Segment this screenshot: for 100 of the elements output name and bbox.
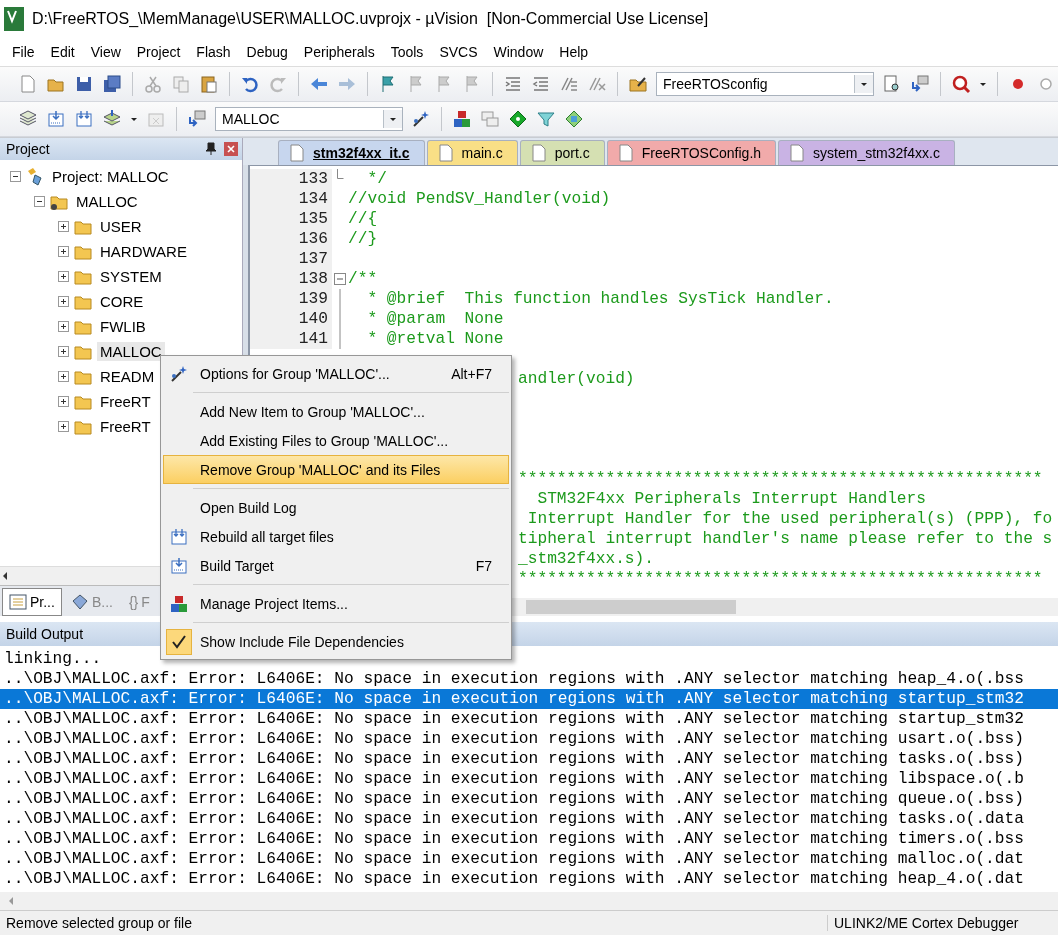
code-line: ******************************************************	[518, 470, 1043, 488]
menu-item[interactable]: Help	[551, 44, 597, 60]
expand-icon[interactable]	[58, 271, 69, 282]
menu-item[interactable]: Add Existing Files to Group 'MALLOC'...	[163, 426, 509, 455]
menu-item[interactable]: Add New Item to Group 'MALLOC'...	[163, 397, 509, 426]
editor-tab[interactable]: port.c	[519, 140, 605, 165]
output-line[interactable]: ..\OBJ\MALLOC.axf: Error: L6406E: No space in execution regions with .ANY selector matching malloc.o(.dat	[0, 849, 1058, 869]
tree-item[interactable]: SYSTEM	[97, 267, 165, 286]
output-line[interactable]: ..\OBJ\MALLOC.axf: Error: L6406E: No space in execution regions with .ANY selector matching usart.o(.bss)	[0, 729, 1058, 749]
line-number: 135	[250, 209, 332, 229]
shortcut-label: F7	[475, 557, 492, 574]
menu-item[interactable]: Flash	[188, 44, 239, 60]
menu-item[interactable]: Manage Project Items...	[163, 589, 509, 618]
expand-icon[interactable]	[58, 421, 69, 432]
editor-tab[interactable]: stm32f4xx_it.c	[278, 140, 425, 165]
line-number: 136	[250, 229, 332, 249]
rebuild-icon[interactable]	[74, 109, 94, 129]
code-line: andler(void)	[518, 370, 635, 388]
tree-item[interactable]: USER	[97, 217, 145, 236]
download-icon[interactable]	[187, 109, 207, 129]
fold-toggle-icon[interactable]	[334, 273, 346, 285]
document-search-icon[interactable]	[882, 74, 902, 94]
line-number: 138	[250, 269, 332, 289]
line-number: 139	[250, 289, 332, 309]
code-line: //void PendSV_Handler(void)	[348, 190, 611, 208]
menu-item[interactable]: Rebuild all target files	[163, 522, 509, 551]
expand-icon[interactable]	[58, 346, 69, 357]
magnifier-icon[interactable]	[951, 74, 971, 94]
output-line[interactable]: ..\OBJ\MALLOC.axf: Error: L6406E: No space in execution regions with .ANY selector matching heap_4.o(.bss	[0, 669, 1058, 689]
funnel-icon[interactable]	[536, 109, 556, 129]
diamond-icon[interactable]	[508, 109, 528, 129]
paste-icon[interactable]	[199, 74, 219, 94]
package-icon[interactable]	[564, 109, 584, 129]
caret-icon[interactable]	[130, 115, 138, 123]
tree-item[interactable]: Project: MALLOC	[49, 167, 172, 186]
expand-icon[interactable]	[58, 371, 69, 382]
code-line: * @brief This function handles SysTick Handler.	[366, 290, 834, 308]
caret-icon[interactable]	[979, 80, 987, 88]
app-logo-icon	[4, 7, 24, 31]
panel-tab[interactable]: Pr...	[2, 588, 62, 616]
output-line[interactable]: ..\OBJ\MALLOC.axf: Error: L6406E: No space in execution regions with .ANY selector matching heap_4.o(.dat	[0, 869, 1058, 889]
debugger-label: ULINK2/ME Cortex Debugger	[827, 915, 1058, 931]
menu-item[interactable]: Remove Group 'MALLOC' and its Files	[163, 455, 509, 484]
expand-icon[interactable]	[58, 296, 69, 307]
menu-item[interactable]: Build Target F7	[163, 551, 509, 580]
menu-item[interactable]: File	[4, 44, 43, 60]
expand-icon[interactable]	[58, 396, 69, 407]
output-line[interactable]: ..\OBJ\MALLOC.axf: Error: L6406E: No space in execution regions with .ANY selector matching tasks.o(.data	[0, 809, 1058, 829]
menu-item[interactable]: Debug	[238, 44, 296, 60]
tree-item[interactable]: CORE	[97, 292, 147, 311]
file-icon	[437, 144, 454, 162]
output-line[interactable]: ..\OBJ\MALLOC.axf: Error: L6406E: No space in execution regions with .ANY selector matching libspace.o(.b	[0, 769, 1058, 789]
outdent-icon[interactable]	[531, 74, 551, 94]
menu-item[interactable]: SVCS	[431, 44, 486, 60]
output-line[interactable]: ..\OBJ\MALLOC.axf: Error: L6406E: No space in execution regions with .ANY selector matching queue.o(.bss)	[0, 789, 1058, 809]
close-icon[interactable]	[224, 142, 238, 156]
tree-item[interactable]: FreeRT	[97, 392, 154, 411]
dropdown-field[interactable]: MALLOC	[215, 107, 403, 131]
scroll-thumb[interactable]	[526, 600, 736, 614]
code-line: /**	[348, 270, 378, 288]
wand-icon[interactable]	[411, 109, 431, 129]
line-number: 141	[250, 329, 332, 349]
code-line: Interrupt Handler for the used peripheral(s) (PPP), fo	[526, 510, 1053, 528]
expand-icon[interactable]	[58, 221, 69, 232]
menu-item[interactable]: Edit	[42, 44, 83, 60]
blocks-icon[interactable]	[452, 109, 472, 129]
tree-item[interactable]: FreeRT	[97, 417, 154, 436]
menu-item[interactable]: View	[82, 44, 129, 60]
output-line[interactable]: ..\OBJ\MALLOC.axf: Error: L6406E: No space in execution regions with .ANY selector matching startup_stm32	[0, 709, 1058, 729]
collapse-icon[interactable]	[34, 196, 45, 207]
tree-item[interactable]: HARDWARE	[97, 242, 190, 261]
menu-item[interactable]: Project	[128, 44, 189, 60]
download-icon[interactable]	[910, 74, 930, 94]
dropdown-field[interactable]: FreeRTOSconfig	[656, 72, 874, 96]
tree-item[interactable]: FWLIB	[97, 317, 149, 336]
menu-item[interactable]: Tools	[382, 44, 432, 60]
output-line[interactable]: ..\OBJ\MALLOC.axf: Error: L6406E: No space in execution regions with .ANY selector matching timers.o(.bss	[0, 829, 1058, 849]
menu-item[interactable]: Peripherals	[295, 44, 383, 60]
menu-item[interactable]: Open Build Log	[163, 493, 509, 522]
tree-item[interactable]: MALLOC	[97, 342, 165, 361]
indent-icon[interactable]	[503, 74, 523, 94]
menu-item[interactable]: Options for Group 'MALLOC'... Alt+F7	[163, 359, 509, 388]
save-all-icon[interactable]	[102, 74, 122, 94]
pin-icon[interactable]	[204, 141, 218, 157]
tree-item[interactable]: READM	[97, 367, 158, 386]
editor-tab[interactable]: main.c	[426, 140, 518, 165]
line-number: 140	[250, 309, 332, 329]
tree-item[interactable]: MALLOC	[73, 192, 141, 211]
line-number: 137	[250, 249, 332, 269]
menu-item[interactable]: Window	[485, 44, 552, 60]
file-icon	[289, 144, 305, 162]
editor-tab[interactable]: system_stm32f4xx.c	[778, 140, 955, 165]
expand-icon[interactable]	[58, 246, 69, 257]
save-icon[interactable]	[74, 74, 94, 94]
editor-tab[interactable]: FreeRTOSConfig.h	[606, 140, 777, 165]
build-icon[interactable]	[46, 109, 66, 129]
expand-icon[interactable]	[58, 321, 69, 332]
collapse-icon[interactable]	[10, 171, 21, 182]
scrollbar[interactable]	[0, 892, 1058, 910]
output-line[interactable]: ..\OBJ\MALLOC.axf: Error: L6406E: No space in execution regions with .ANY selector matching tasks.o(.bss)	[0, 749, 1058, 769]
